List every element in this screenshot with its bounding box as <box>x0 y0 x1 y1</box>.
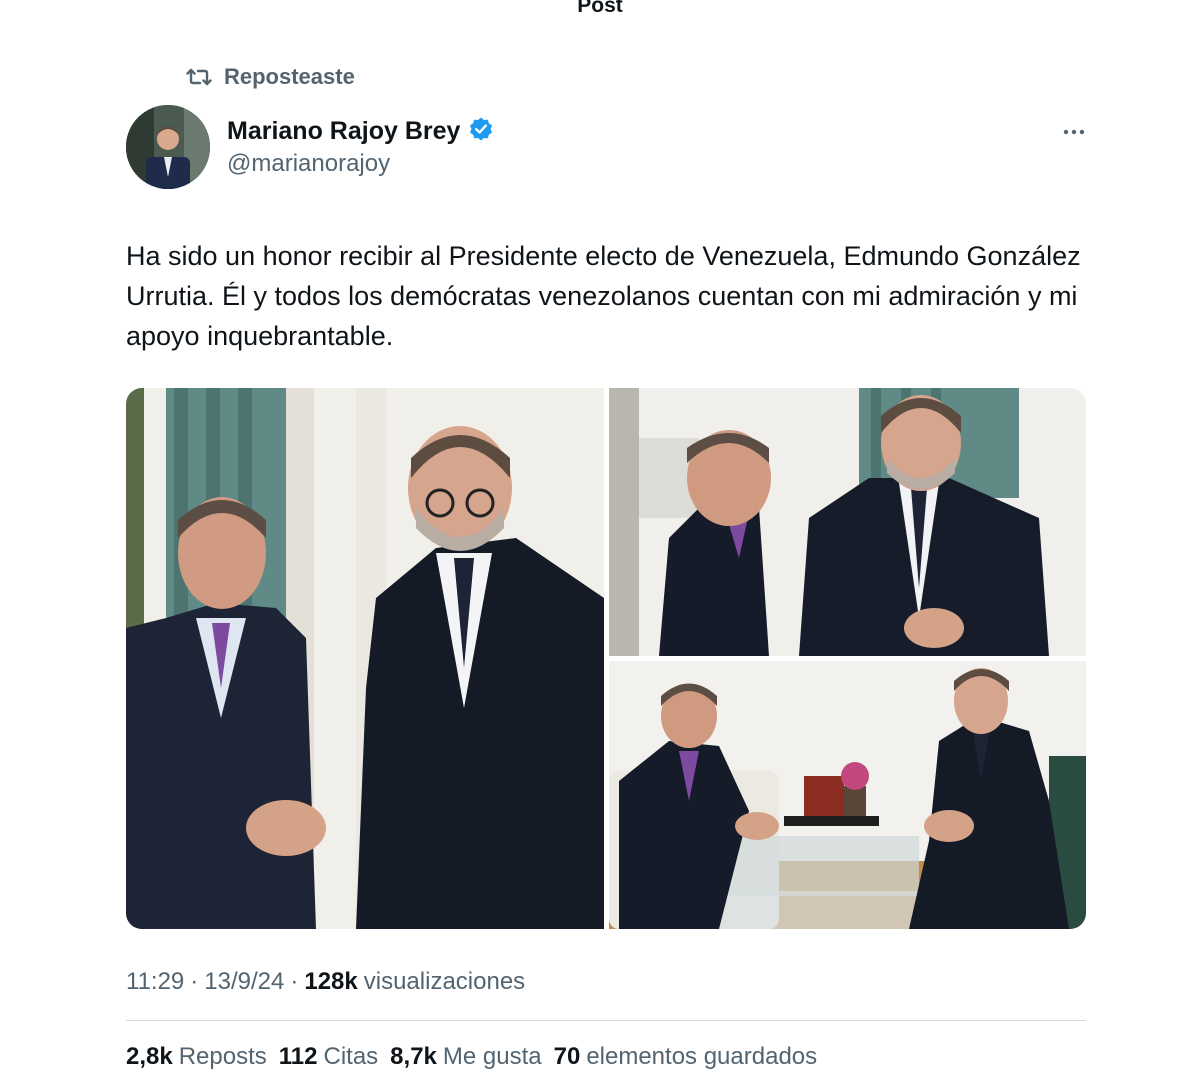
avatar[interactable] <box>126 105 210 189</box>
views-label: visualizaciones <box>363 968 526 995</box>
quotes-stat[interactable]: 112 Citas <box>279 1043 378 1071</box>
meta-separator: · <box>190 968 199 995</box>
post-date[interactable]: 13/9/24 <box>204 968 284 996</box>
meta-separator: · <box>290 968 299 995</box>
engagement-stats: 2,8k Reposts 112 Citas 8,7k Me gusta 70 … <box>126 1043 817 1071</box>
bookmarks-label: elementos guardados <box>586 1043 818 1070</box>
media-grid <box>126 388 1086 929</box>
repost-label: Reposteaste <box>224 64 355 89</box>
verified-badge-icon <box>468 116 494 147</box>
repost-indicator[interactable]: Reposteaste <box>186 64 355 90</box>
quotes-label: Citas <box>323 1043 379 1070</box>
post-metadata: 11:29 · 13/9/24 · 128k visualizaciones <box>126 968 525 996</box>
author-name[interactable]: Mariano Rajoy Brey <box>227 117 460 146</box>
more-options-icon <box>1063 122 1085 140</box>
post-time[interactable]: 11:29 <box>126 968 184 996</box>
author-name-row[interactable]: Mariano Rajoy Brey <box>227 116 494 147</box>
post-text: Ha sido un honor recibir al Presidente e… <box>126 241 1081 351</box>
photo-seated-meeting[interactable] <box>609 661 1086 929</box>
likes-stat[interactable]: 8,7k Me gusta <box>390 1043 541 1071</box>
author-handle[interactable]: @marianorajoy <box>227 150 390 178</box>
photo-conversation-standing[interactable] <box>609 388 1086 656</box>
reposts-stat[interactable]: 2,8k Reposts <box>126 1043 267 1071</box>
photo-handshake[interactable] <box>126 388 604 929</box>
more-options-button[interactable] <box>1058 118 1090 144</box>
page-title: Post <box>577 0 623 17</box>
likes-label: Me gusta <box>442 1043 542 1070</box>
divider <box>126 1020 1086 1021</box>
views-count: 128k <box>304 968 358 995</box>
bookmarks-count: 70 <box>553 1043 581 1070</box>
quotes-count: 112 <box>278 1043 318 1070</box>
bookmarks-stat[interactable]: 70 elementos guardados <box>554 1043 818 1071</box>
repost-icon <box>186 66 212 88</box>
reposts-count: 2,8k <box>126 1043 173 1070</box>
likes-count: 8,7k <box>390 1043 437 1070</box>
reposts-label: Reposts <box>178 1043 267 1070</box>
